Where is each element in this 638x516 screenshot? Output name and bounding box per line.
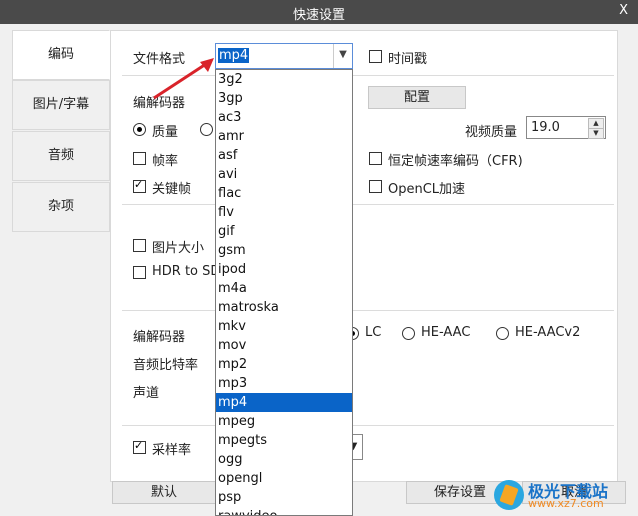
video-quality-label: 视频质量 (465, 125, 518, 140)
tab-encoding[interactable]: 编码 (12, 30, 110, 80)
format-option[interactable]: rawvideo (216, 507, 352, 515)
cfr-checkbox[interactable] (369, 152, 382, 165)
format-option[interactable]: gif (216, 222, 352, 241)
file-format-value: mp4 (218, 48, 250, 63)
watermark-url: www.xz7.com (528, 497, 604, 510)
format-option[interactable]: mp3 (216, 374, 352, 393)
chevron-down-icon[interactable]: ▼ (333, 44, 352, 68)
heaac-radio[interactable] (402, 327, 415, 340)
format-option[interactable]: gsm (216, 241, 352, 260)
format-option[interactable]: ipod (216, 260, 352, 279)
opencl-checkbox[interactable] (369, 180, 382, 193)
samplerate-checkbox[interactable] (133, 439, 146, 454)
title-bar: 快速设置 X (0, 0, 638, 24)
default-button[interactable]: 默认 (112, 481, 216, 504)
timestamp-checkbox[interactable] (369, 50, 382, 63)
keyframe-label: 关键帧 (152, 182, 192, 197)
quality-label: 质量 (152, 125, 179, 140)
bitrate-radio[interactable] (200, 123, 213, 136)
heaacv2-radio[interactable] (496, 327, 509, 340)
hdr-checkbox[interactable] (133, 266, 146, 279)
format-option[interactable]: mov (216, 336, 352, 355)
quality-radio[interactable] (133, 123, 146, 136)
audio-bitrate-label: 音频比特率 (133, 358, 199, 373)
divider (122, 204, 614, 205)
format-option[interactable]: opengl (216, 469, 352, 488)
heaacv2-label: HE-AACv2 (515, 325, 581, 340)
format-option[interactable]: ogg (216, 450, 352, 469)
file-format-select[interactable]: mp4 ▼ (215, 43, 353, 69)
format-option[interactable]: mp2 (216, 355, 352, 374)
format-option[interactable]: 3g2 (216, 70, 352, 89)
spin-down-icon[interactable]: ▼ (588, 128, 604, 139)
format-option[interactable]: m4a (216, 279, 352, 298)
format-option[interactable]: asf (216, 146, 352, 165)
window-title: 快速设置 (292, 8, 345, 23)
format-option[interactable]: flv (216, 203, 352, 222)
file-format-dropdown-list[interactable]: 3g2 3gp ac3 amr asf avi flac flv gif gsm ipod m4a ma… (215, 69, 353, 516)
watermark: 极光下载站 www.xz7.com (494, 478, 630, 512)
config-button[interactable]: 配置 (368, 86, 466, 109)
tab-picture-subtitle[interactable]: 图片/字幕 (12, 80, 110, 130)
tab-misc[interactable]: 杂项 (12, 182, 110, 232)
format-option[interactable]: mpegts (216, 431, 352, 450)
format-option[interactable]: mkv (216, 317, 352, 336)
video-quality-spinner[interactable]: 19.0 ▲ ▼ (526, 116, 606, 139)
video-quality-value: 19.0 (531, 120, 560, 135)
format-option[interactable]: matroska (216, 298, 352, 317)
keyframe-checkbox[interactable] (133, 178, 146, 193)
tab-audio[interactable]: 音频 (12, 131, 110, 181)
picture-size-label: 图片大小 (152, 241, 205, 256)
format-option[interactable]: mpeg (216, 412, 352, 431)
format-option[interactable]: mp4 (216, 393, 352, 412)
close-button[interactable]: X (619, 3, 628, 18)
format-option[interactable]: ac3 (216, 108, 352, 127)
samplerate-label: 采样率 (152, 443, 192, 458)
opencl-label: OpenCL加速 (388, 182, 466, 197)
format-option[interactable]: psp (216, 488, 352, 507)
cfr-label: 恒定帧速率编码（CFR) (388, 154, 523, 169)
hdr-label: HDR to SD (152, 264, 221, 279)
picture-size-checkbox[interactable] (133, 239, 146, 252)
format-option[interactable]: 3gp (216, 89, 352, 108)
framerate-label: 帧率 (152, 154, 179, 169)
format-option[interactable]: amr (216, 127, 352, 146)
lc-label: LC (365, 325, 382, 340)
tab-list: 编码 图片/字幕 音频 杂项 (12, 30, 110, 232)
heaac-label: HE-AAC (421, 325, 471, 340)
watermark-logo-icon (494, 480, 524, 510)
divider (122, 310, 614, 311)
audio-channel-label: 声道 (133, 386, 160, 401)
annotation-arrow-icon (153, 58, 214, 100)
timestamp-label: 时间戳 (388, 52, 428, 67)
audio-codec-label: 编解码器 (133, 330, 186, 345)
format-option[interactable]: flac (216, 184, 352, 203)
format-option[interactable]: avi (216, 165, 352, 184)
divider (122, 425, 614, 426)
framerate-checkbox[interactable] (133, 152, 146, 165)
